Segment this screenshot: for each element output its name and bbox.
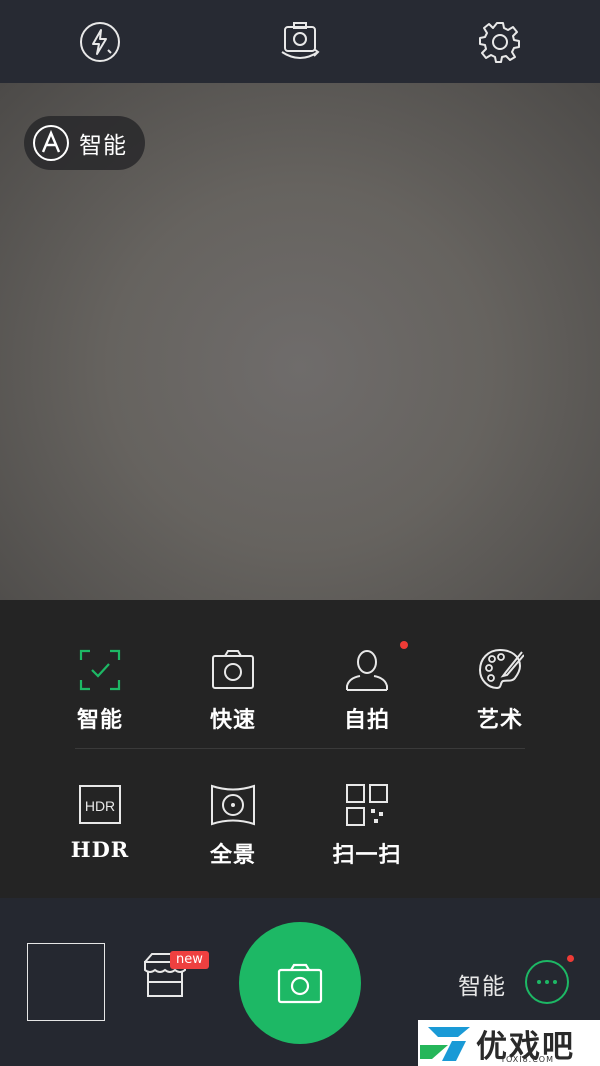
site-watermark: 优戏吧 YOXI8.COM (418, 1020, 600, 1066)
switch-camera-button[interactable] (276, 18, 324, 66)
mode-label-quick: 快速 (209, 708, 256, 733)
qr-scan-icon (346, 784, 388, 826)
mode-selfie[interactable]: 自拍 (317, 646, 417, 734)
switch-camera-icon (281, 22, 320, 59)
new-badge: new (170, 951, 209, 969)
mode-label-art: 艺术 (476, 708, 523, 733)
gear-icon (479, 22, 520, 63)
flash-toggle-button[interactable] (76, 18, 124, 66)
more-options-button[interactable] (525, 960, 569, 1004)
mode-label-smart: 智能 (76, 708, 123, 733)
panorama-icon (211, 784, 255, 826)
watermark-subtext: YOXI8.COM (500, 1055, 554, 1064)
mode-divider (75, 748, 525, 749)
palette-icon (478, 648, 524, 690)
current-mode-label: 智能 (458, 974, 506, 1000)
mode-panorama[interactable]: 全景 (183, 781, 283, 869)
top-toolbar (0, 0, 600, 83)
mode-hdr[interactable]: HDR HDR (50, 781, 150, 862)
mode-scan[interactable]: 扫一扫 (317, 781, 417, 869)
camera-icon (277, 963, 323, 1004)
mode-quick[interactable]: 快速 (183, 646, 283, 734)
mode-selection-panel: 智能 快速 自拍 艺术 HDR HDR 全景 扫一扫 (0, 600, 600, 898)
mode-label-selfie: 自拍 (343, 708, 390, 733)
settings-button[interactable] (476, 18, 524, 66)
hdr-icon-text: HDR (85, 798, 115, 814)
mode-smart[interactable]: 智能 (50, 646, 150, 734)
hdr-icon: HDR (79, 785, 121, 824)
shutter-button[interactable] (239, 922, 361, 1044)
mode-label-panorama: 全景 (209, 843, 256, 868)
more-dots-icon (537, 980, 557, 984)
camera-viewfinder[interactable]: 智能 (0, 83, 600, 600)
auto-a-icon (33, 125, 69, 161)
mode-label-scan: 扫一扫 (332, 843, 402, 868)
camera-app-screen: 智能 智能 快速 自拍 艺术 HDR HDR 全景 扫一扫 new 智能 优戏吧… (0, 0, 600, 1066)
more-new-dot (567, 955, 574, 962)
smart-frame-icon (79, 649, 121, 691)
mode-art[interactable]: 艺术 (450, 646, 550, 734)
scene-mode-chip[interactable]: 智能 (24, 116, 145, 170)
logo-icon (420, 1027, 470, 1061)
selfie-new-dot (400, 641, 408, 649)
scene-mode-label: 智能 (79, 133, 127, 159)
person-icon (346, 650, 388, 691)
camera-icon (212, 650, 254, 689)
flash-auto-icon (80, 22, 120, 62)
mode-label-hdr: HDR (70, 837, 130, 862)
gallery-thumbnail[interactable] (27, 943, 105, 1021)
